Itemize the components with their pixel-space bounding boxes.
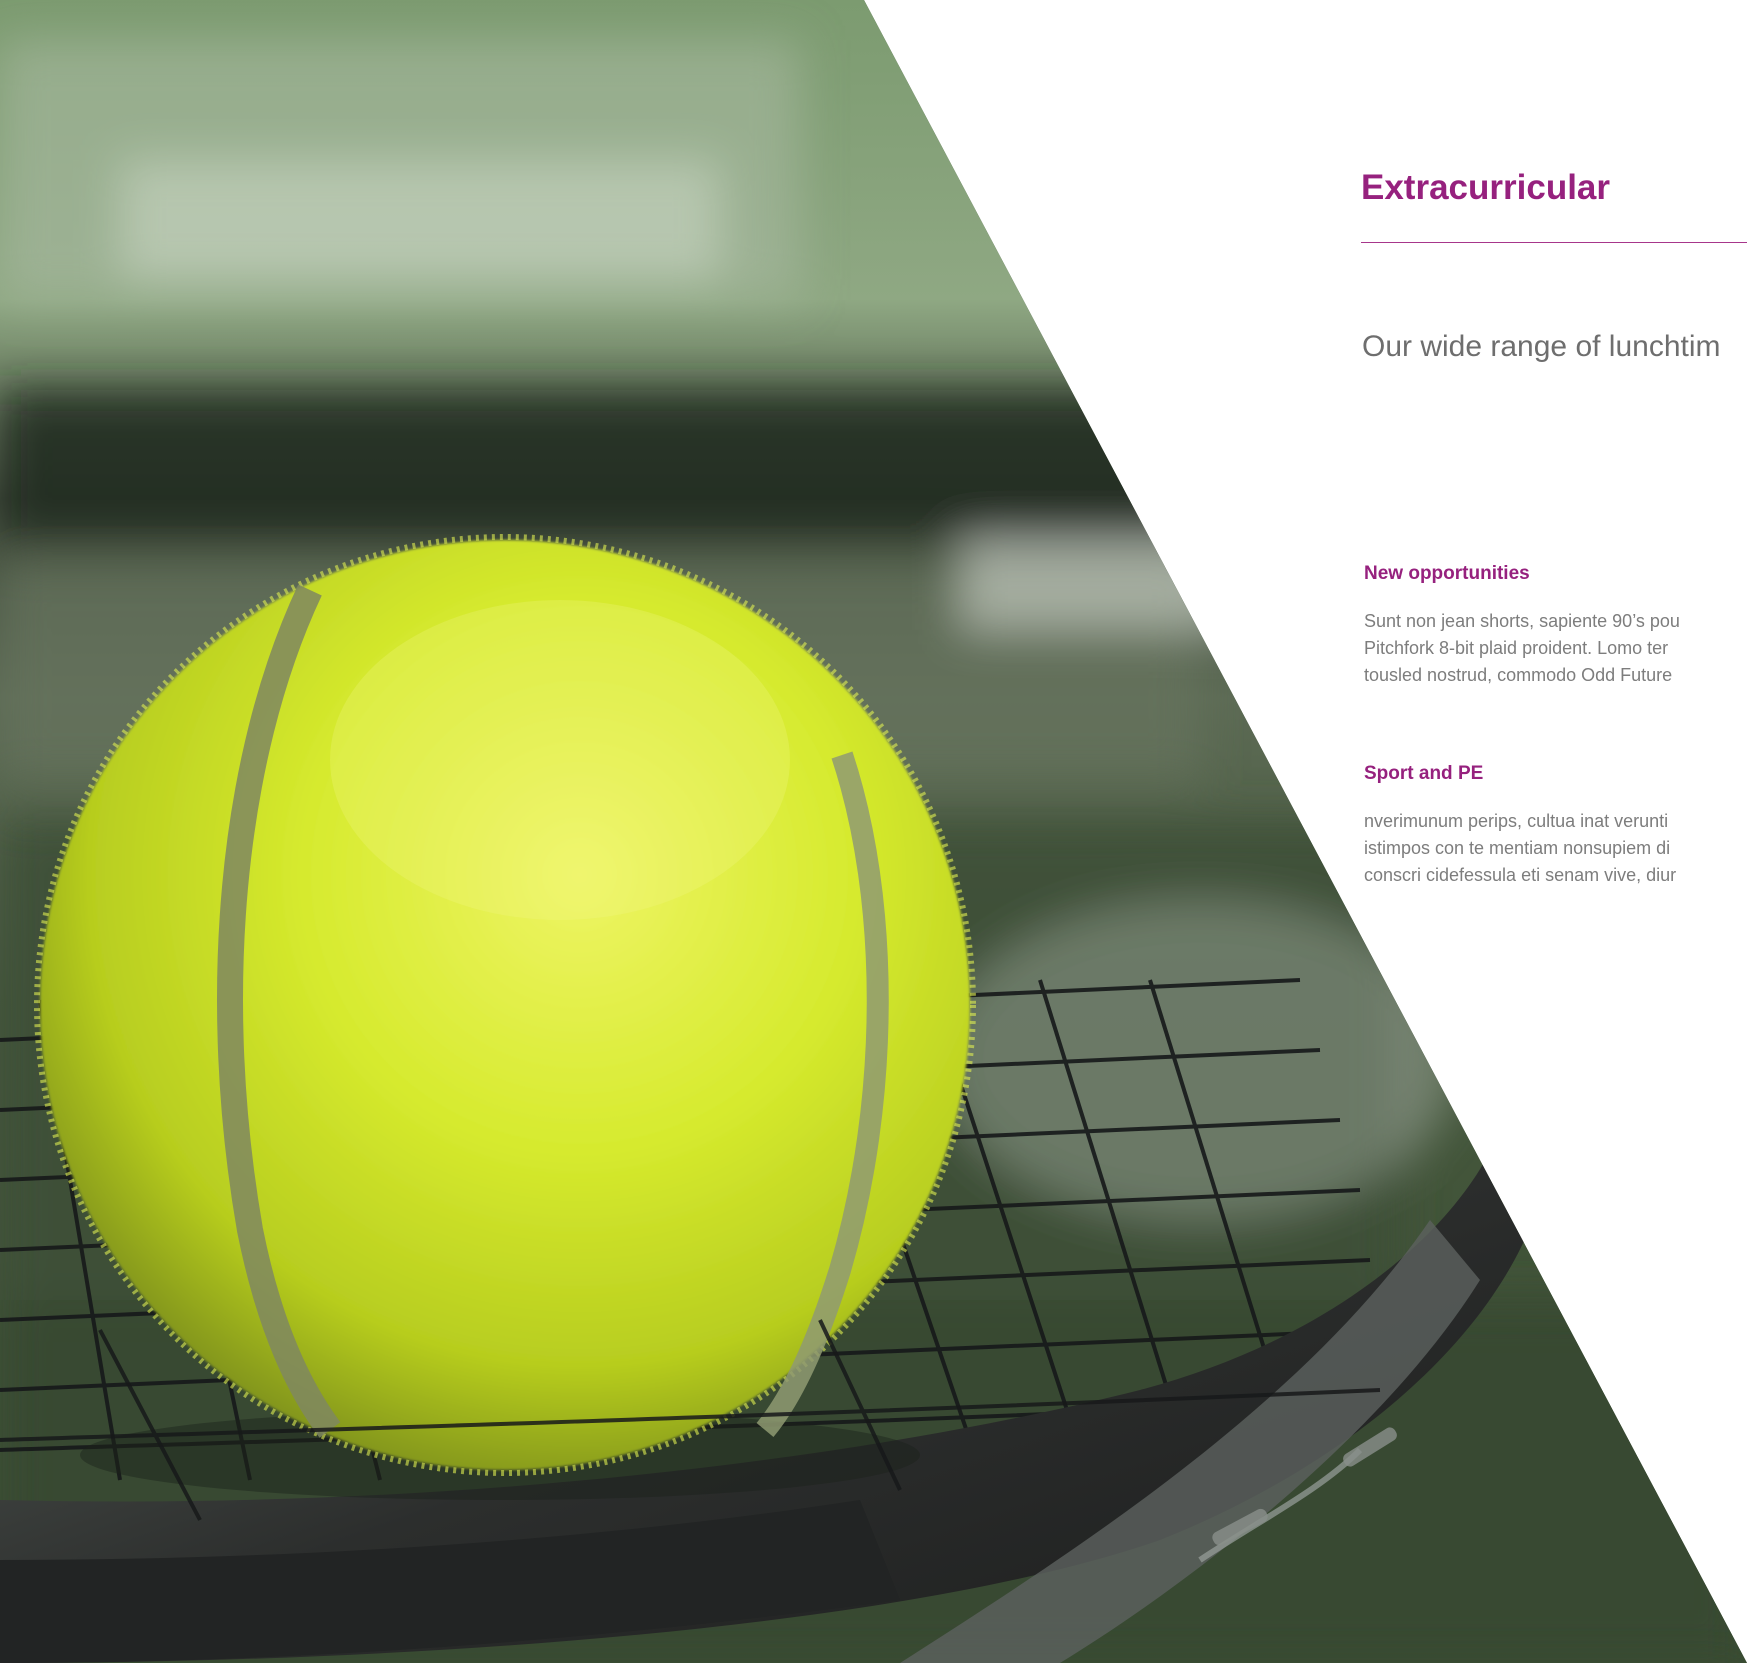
body-line: tousled nostrud, commodo Odd Future (1364, 665, 1673, 685)
body-line: Pitchfork 8-bit plaid proident. Lomo ter (1364, 638, 1669, 658)
tennis-ball (34, 534, 976, 1476)
intro-text: Our wide range of lunchtim (1362, 330, 1721, 363)
body-line: conscri cidefessula eti senam vive, diur (1364, 865, 1677, 885)
section-body-sport-and-pe: nverimunum perips, cultua inat verunti i… (1364, 808, 1676, 889)
body-line: Sunt non jean shorts, sapiente 90’s pou (1364, 611, 1680, 631)
title-divider (1361, 242, 1747, 243)
section-body-new-opportunities: Sunt non jean shorts, sapiente 90’s pou … (1364, 608, 1680, 689)
body-line: nverimunum perips, cultua inat verunti (1364, 811, 1669, 831)
page-title: Extracurricular (1361, 168, 1611, 207)
body-line: istimpos con te mentiam nonsupiem di (1364, 838, 1671, 858)
section-heading-new-opportunities: New opportunities (1364, 563, 1530, 584)
section-heading-sport-and-pe: Sport and PE (1364, 763, 1484, 784)
